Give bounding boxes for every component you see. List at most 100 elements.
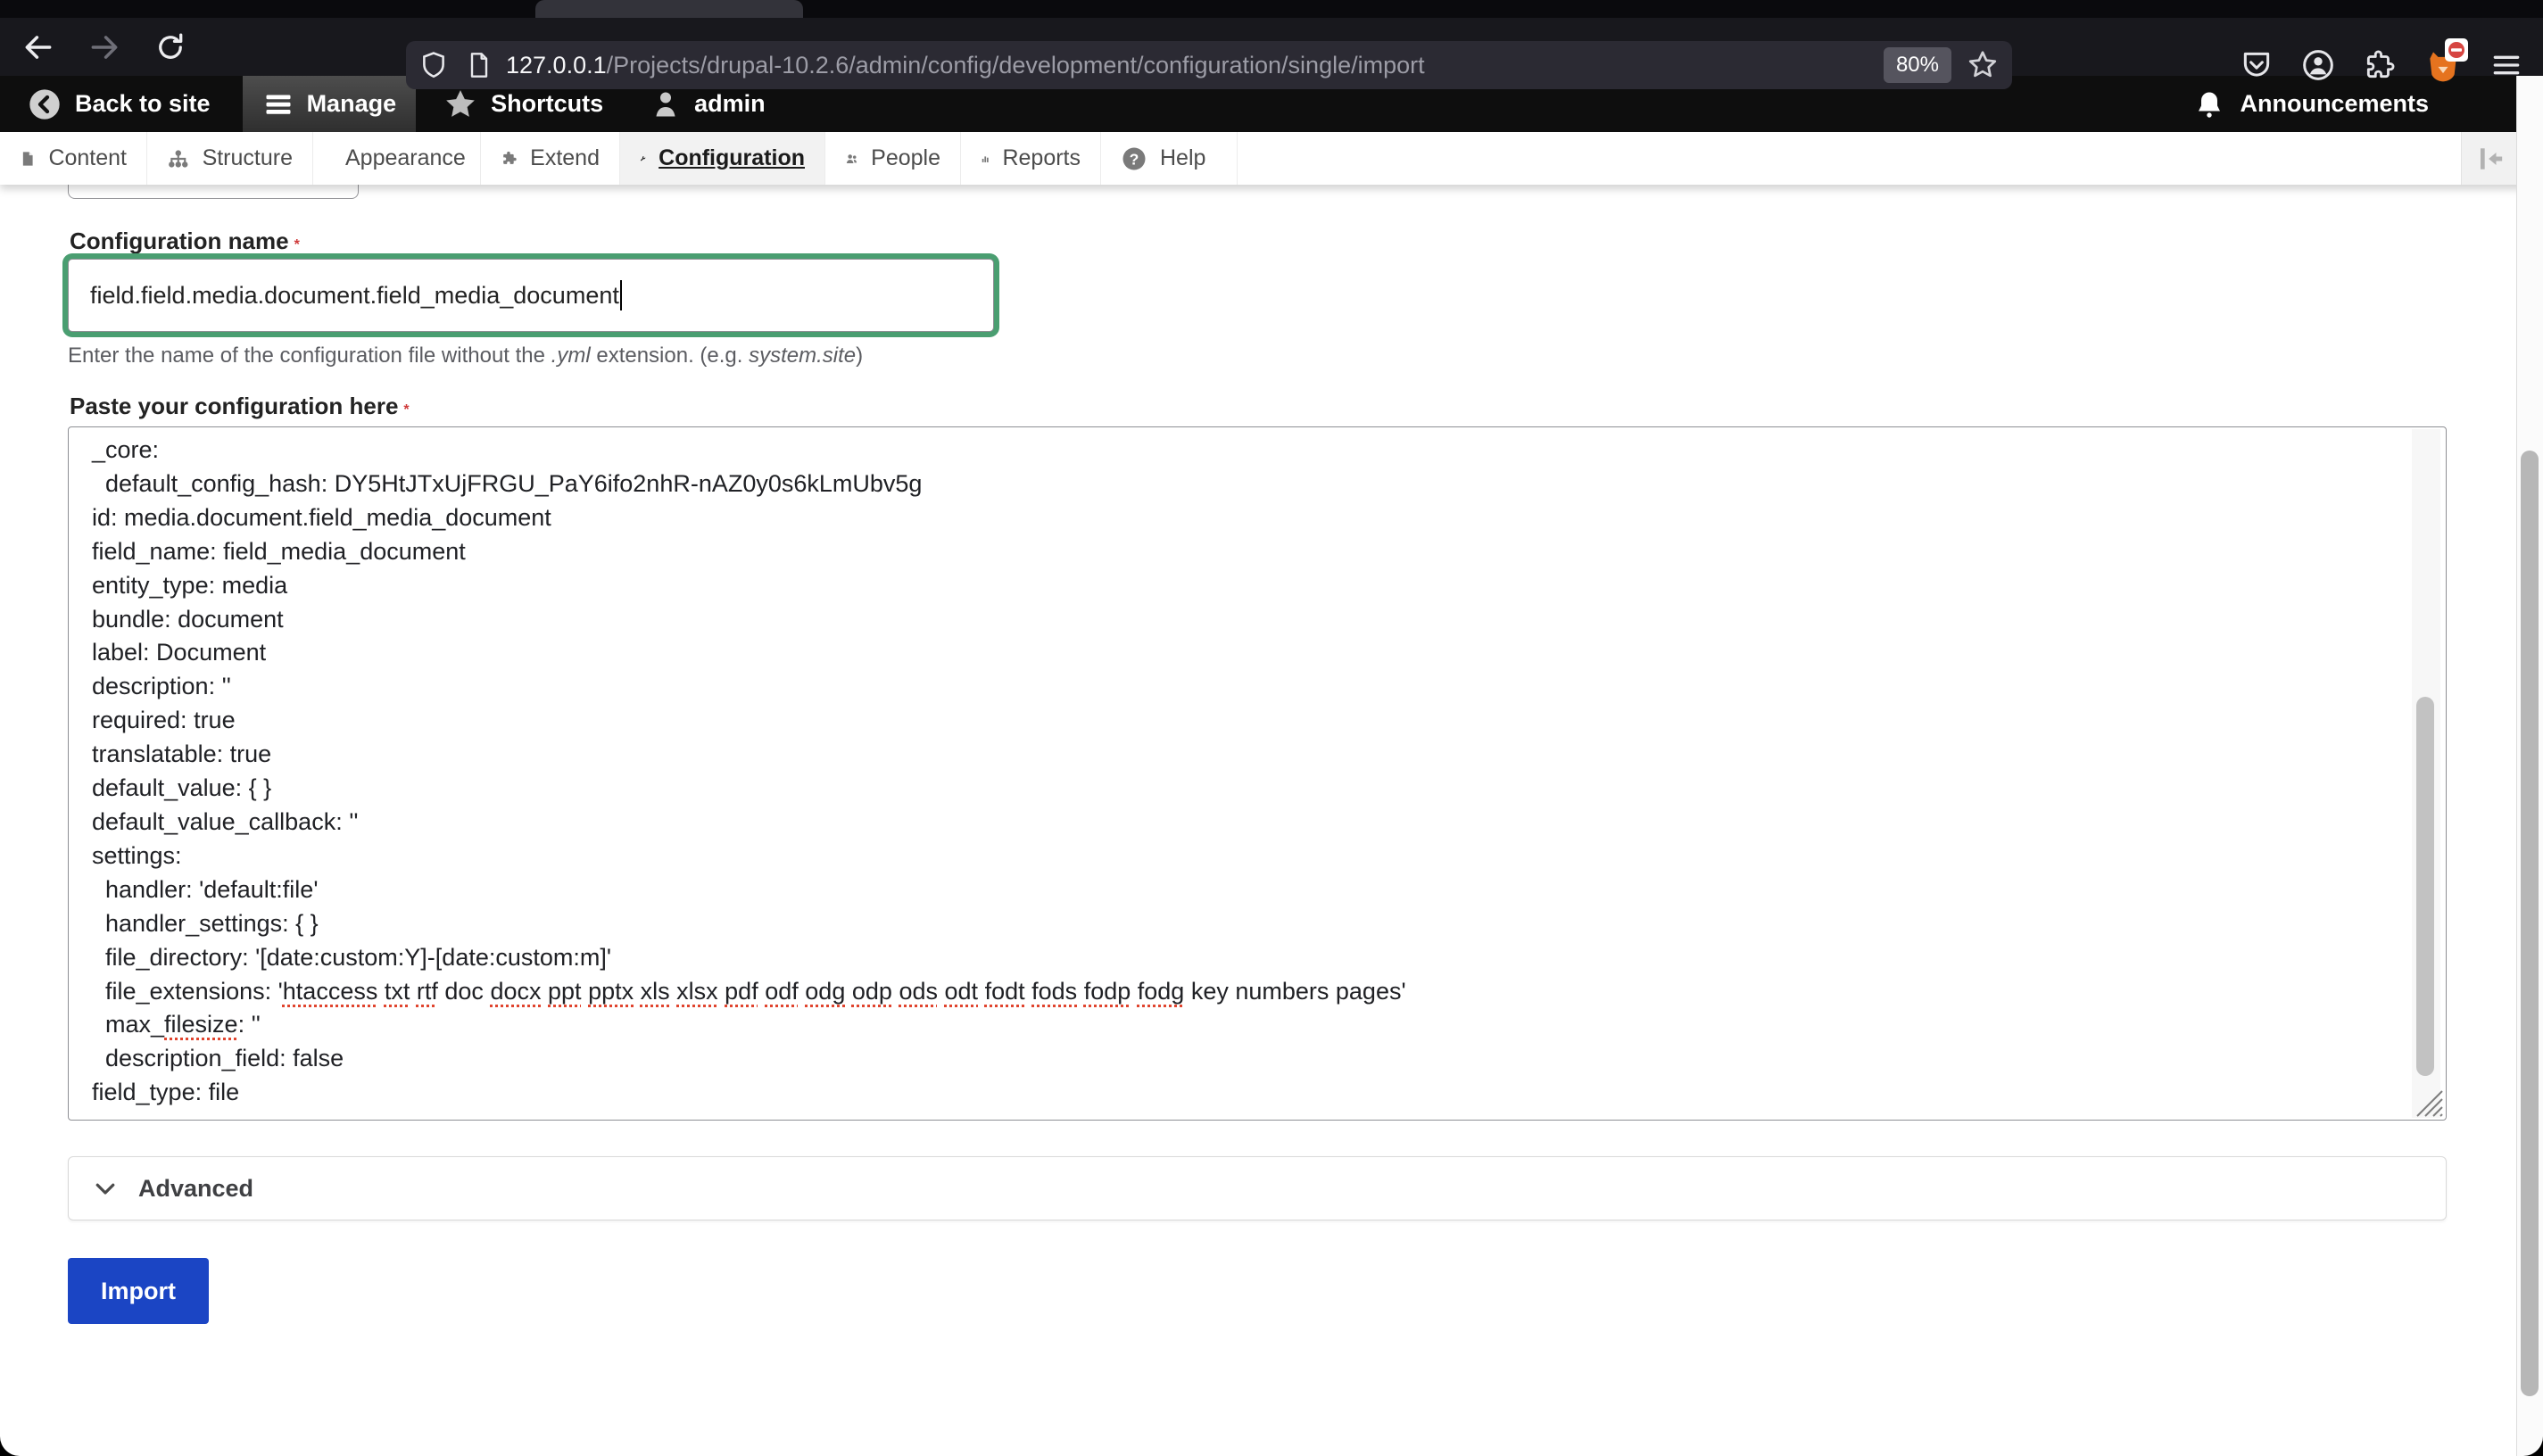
yaml-line: max_filesize: '' (92, 1008, 2405, 1042)
yaml-line: default_config_hash: DY5HtJTxUjFRGU_PaY6… (92, 467, 2405, 501)
config-name-value: field.field.media.document.field_media_d… (90, 282, 619, 310)
textarea-resize-handle[interactable] (2408, 1082, 2444, 1118)
tab-people[interactable]: People (825, 132, 961, 185)
admin-user-label: admin (694, 90, 766, 118)
browser-tab-strip (0, 0, 2543, 18)
reload-button[interactable] (146, 23, 195, 71)
yaml-line: id: media.document.field_media_document (92, 501, 2405, 535)
yaml-line: description: '' (92, 670, 2405, 704)
pocket-icon[interactable] (2240, 48, 2274, 82)
extension-badge (2445, 38, 2468, 62)
back-to-site-link[interactable]: Back to site (7, 76, 230, 132)
user-icon (650, 88, 682, 120)
tab-extend[interactable]: Extend (481, 132, 620, 185)
tab-content[interactable]: Content (0, 132, 147, 185)
yaml-line: translatable: true (92, 738, 2405, 772)
browser-navbar: 127.0.0.1/Projects/drupal-10.2.6/admin/c… (0, 18, 2543, 76)
navbar-right-icons (2240, 36, 2536, 94)
url-path: /Projects/drupal-10.2.6/admin/config/dev… (607, 52, 1425, 79)
advanced-label: Advanced (138, 1175, 253, 1203)
page-info-icon[interactable] (465, 51, 493, 79)
yaml-line: required: true (92, 704, 2405, 738)
advanced-details-toggle[interactable]: Advanced (68, 1156, 2447, 1220)
chevron-down-icon (92, 1175, 119, 1202)
barchart-icon (981, 145, 990, 172)
file-icon (20, 145, 36, 172)
back-button[interactable] (14, 23, 62, 71)
page-content: Configuration name* field.field.media.do… (0, 185, 2516, 1456)
yaml-line: field_name: field_media_document (92, 535, 2405, 569)
tab-structure-label: Structure (203, 145, 293, 171)
browser-window: 127.0.0.1/Projects/drupal-10.2.6/admin/c… (0, 0, 2543, 1456)
yaml-line: _core: (92, 434, 2405, 467)
tab-help-label: Help (1160, 145, 1205, 171)
import-button[interactable]: Import (68, 1258, 209, 1324)
shortcuts-star-icon (443, 87, 478, 122)
drupal-admin-menu: Content Structure Appearance Extend Conf… (0, 132, 2543, 185)
tab-appearance-label: Appearance (345, 145, 466, 171)
window-scrollbar[interactable] (2516, 76, 2543, 1456)
tab-appearance[interactable]: Appearance (313, 132, 481, 185)
config-name-input[interactable]: field.field.media.document.field_media_d… (68, 259, 994, 332)
yaml-line: default_value_callback: '' (92, 806, 2405, 840)
bookmark-star-icon[interactable] (1966, 48, 2000, 82)
people-icon (845, 145, 858, 172)
yaml-line: description_field: false (92, 1042, 2405, 1076)
yaml-line: settings: (92, 840, 2405, 873)
url-bar[interactable]: 127.0.0.1/Projects/drupal-10.2.6/admin/c… (406, 41, 2012, 89)
tab-help[interactable]: ? Help (1101, 132, 1238, 185)
yaml-line: bundle: document (92, 603, 2405, 637)
tab-structure[interactable]: Structure (147, 132, 313, 185)
yaml-line: file_extensions: 'htaccess txt rtf doc d… (92, 975, 2405, 1009)
shortcuts-label: Shortcuts (491, 90, 603, 118)
yaml-line: handler: 'default:file' (92, 873, 2405, 907)
forward-button[interactable] (80, 23, 128, 71)
window-corner (2523, 1436, 2543, 1456)
forward-arrow-icon (87, 30, 121, 64)
yaml-line: default_value: { } (92, 772, 2405, 806)
adblock-extension-button[interactable] (2423, 46, 2463, 85)
active-tab-edge[interactable] (535, 0, 803, 18)
extensions-puzzle-icon[interactable] (2363, 48, 2397, 82)
account-icon[interactable] (2300, 47, 2336, 83)
back-to-site-icon (27, 87, 62, 122)
blocked-badge-icon (2448, 41, 2465, 59)
tab-extend-label: Extend (530, 145, 600, 171)
tab-content-label: Content (48, 145, 127, 171)
puzzle-icon (501, 145, 518, 172)
back-to-site-label: Back to site (75, 90, 211, 118)
config-name-label: Configuration name* (70, 228, 300, 255)
url-text[interactable]: 127.0.0.1/Projects/drupal-10.2.6/admin/c… (506, 52, 1884, 79)
required-asterisk: * (294, 237, 300, 252)
manage-label: Manage (307, 90, 397, 118)
manage-menu-icon (262, 88, 294, 120)
textarea-scrollbar-thumb[interactable] (2416, 697, 2434, 1076)
back-arrow-icon (21, 30, 55, 64)
tab-configuration[interactable]: Configuration (620, 132, 825, 185)
help-icon: ? (1121, 145, 1147, 172)
textarea-scrollbar[interactable] (2412, 429, 2440, 1118)
yaml-line: label: Document (92, 636, 2405, 670)
window-corner (0, 1436, 20, 1456)
yaml-line: entity_type: media (92, 569, 2405, 603)
collapse-left-icon (2472, 141, 2507, 177)
menu-hamburger-icon[interactable] (2489, 48, 2523, 82)
yaml-line: file_directory: '[date:custom:Y]-[date:c… (92, 941, 2405, 975)
zoom-level-badge[interactable]: 80% (1884, 47, 1951, 83)
manage-tab[interactable]: Manage (243, 76, 417, 132)
yaml-line: handler_settings: { } (92, 907, 2405, 941)
text-caret (620, 280, 622, 310)
toolbar-collapse-button[interactable] (2461, 132, 2516, 185)
announcements-label: Announcements (2240, 90, 2429, 118)
wrench-icon (640, 145, 646, 172)
tab-configuration-label: Configuration (659, 145, 805, 171)
bell-icon (2193, 88, 2225, 120)
reload-icon (154, 31, 186, 63)
config-yaml-textarea[interactable]: _core: default_config_hash: DY5HtJTxUjFR… (68, 426, 2447, 1121)
yaml-content: _core: default_config_hash: DY5HtJTxUjFR… (69, 427, 2405, 1116)
svg-text:?: ? (1130, 150, 1139, 168)
shield-permissions-icon[interactable] (418, 50, 449, 80)
tab-people-label: People (871, 145, 940, 171)
window-scrollbar-thumb[interactable] (2521, 451, 2539, 1396)
tab-reports[interactable]: Reports (961, 132, 1101, 185)
